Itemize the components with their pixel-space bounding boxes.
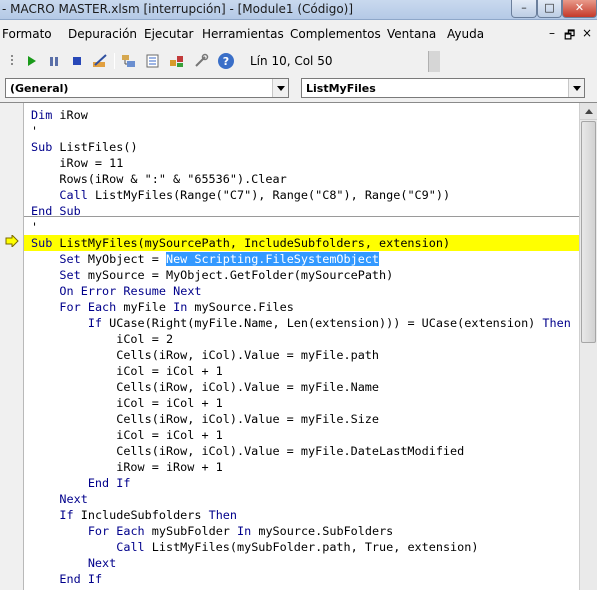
- cursor-position-label: Lín 10, Col 50: [250, 54, 333, 68]
- object-browser-icon[interactable]: [168, 52, 186, 70]
- menu-formato[interactable]: Formato: [2, 27, 52, 41]
- code-line[interactable]: Set MyObject = New Scripting.FileSystemO…: [31, 251, 380, 267]
- code-line[interactable]: iCol = iCol + 1: [31, 427, 223, 443]
- code-line[interactable]: iRow = iRow + 1: [31, 459, 223, 475]
- chevron-down-icon[interactable]: [272, 79, 288, 97]
- object-combo[interactable]: (General): [5, 78, 289, 98]
- procedure-combo-value: ListMyFiles: [306, 82, 376, 95]
- reset-icon[interactable]: [68, 52, 86, 70]
- help-icon[interactable]: ?: [217, 52, 235, 70]
- code-line[interactable]: Next: [31, 555, 116, 571]
- svg-text:?: ?: [223, 55, 229, 68]
- mdi-restore-button[interactable]: 🗗: [564, 26, 575, 47]
- minimize-button[interactable]: –: [511, 0, 537, 18]
- code-line[interactable]: End Sub: [31, 203, 81, 219]
- design-mode-icon[interactable]: [91, 52, 109, 70]
- code-pane[interactable]: Dim iRow ' Sub ListFiles() iRow = 11 Rows(…: [24, 103, 579, 590]
- maximize-button[interactable]: □: [537, 0, 562, 18]
- code-editor: Dim iRow ' Sub ListFiles() iRow = 11 Rows(…: [0, 102, 597, 590]
- properties-icon[interactable]: [144, 52, 162, 70]
- menu-ayuda[interactable]: Ayuda: [447, 27, 484, 41]
- code-line[interactable]: For Each myFile In mySource.Files: [31, 299, 293, 315]
- procedure-separator: [24, 216, 579, 217]
- code-line[interactable]: Cells(iRow, iCol).Value = myFile.DateLas…: [31, 443, 464, 459]
- code-window-header: (General) ListMyFiles: [0, 74, 597, 102]
- procedure-combo[interactable]: ListMyFiles: [301, 78, 585, 98]
- title-bar: - MACRO MASTER.xlsm [interrupción] - [Mo…: [0, 0, 597, 20]
- mdi-minimize-button[interactable]: –: [549, 26, 555, 40]
- run-icon[interactable]: [22, 52, 40, 70]
- toolbar-grip-icon: [4, 52, 22, 70]
- standard-toolbar: ? Lín 10, Col 50: [0, 48, 597, 74]
- code-line[interactable]: Dim iRow: [31, 107, 88, 123]
- selected-text: New Scripting.FileSystemObject: [165, 252, 380, 266]
- menu-ejecutar[interactable]: Ejecutar: [144, 27, 194, 41]
- code-line[interactable]: Sub ListFiles(): [31, 139, 138, 155]
- menu-bar: Formato Depuración Ejecutar Herramientas…: [0, 21, 597, 48]
- code-line[interactable]: End If: [31, 475, 131, 491]
- execution-arrow-icon: [5, 235, 19, 247]
- scroll-thumb[interactable]: [581, 121, 596, 343]
- code-line[interactable]: If IncludeSubfolders Then: [31, 507, 237, 523]
- margin-indicator-bar[interactable]: [0, 103, 24, 590]
- code-line[interactable]: For Each mySubFolder In mySource.SubFold…: [31, 523, 393, 539]
- menu-depuracion[interactable]: Depuración: [68, 27, 137, 41]
- code-line[interactable]: Cells(iRow, iCol).Value = myFile.Name: [31, 379, 379, 395]
- code-line[interactable]: Cells(iRow, iCol).Value = myFile.Size: [31, 411, 379, 427]
- scroll-up-button[interactable]: [580, 103, 597, 120]
- code-line[interactable]: Sub ListMyFiles(mySourcePath, IncludeSub…: [31, 235, 450, 251]
- project-explorer-icon[interactable]: [120, 52, 138, 70]
- vertical-scrollbar[interactable]: [579, 103, 597, 590]
- menu-ventana[interactable]: Ventana: [387, 27, 436, 41]
- object-combo-value: (General): [10, 82, 69, 95]
- code-line[interactable]: Next: [31, 491, 87, 507]
- code-line[interactable]: ': [31, 123, 38, 139]
- code-line[interactable]: iCol = 2: [31, 331, 173, 347]
- code-line[interactable]: Set mySource = MyObject.GetFolder(mySour…: [31, 267, 393, 283]
- pause-icon[interactable]: [45, 52, 63, 70]
- code-line[interactable]: Call ListMyFiles(Range("C7"), Range("C8"…: [31, 187, 450, 203]
- code-line[interactable]: Cells(iRow, iCol).Value = myFile.path: [31, 347, 379, 363]
- code-line[interactable]: Rows(iRow & ":" & "65536").Clear: [31, 171, 286, 187]
- chevron-down-icon[interactable]: [568, 79, 584, 97]
- code-line[interactable]: iCol = iCol + 1: [31, 395, 223, 411]
- code-line[interactable]: On Error Resume Next: [31, 283, 201, 299]
- code-line[interactable]: End If: [31, 571, 102, 587]
- mdi-close-button[interactable]: ×: [582, 26, 592, 40]
- code-line[interactable]: Call ListMyFiles(mySubFolder.path, True,…: [31, 539, 478, 555]
- code-line[interactable]: iCol = iCol + 1: [31, 363, 223, 379]
- code-line[interactable]: iRow = 11: [31, 155, 123, 171]
- code-line[interactable]: ': [31, 219, 38, 235]
- menu-herramientas[interactable]: Herramientas: [202, 27, 284, 41]
- window-title: - MACRO MASTER.xlsm [interrupción] - [Mo…: [2, 2, 354, 16]
- menu-complementos[interactable]: Complementos: [290, 27, 381, 41]
- code-line[interactable]: If UCase(Right(myFile.Name, Len(extensio…: [31, 315, 571, 331]
- toolbox-icon[interactable]: [192, 52, 210, 70]
- toolbar-options-button[interactable]: [428, 51, 440, 72]
- close-button[interactable]: ✕: [562, 0, 597, 18]
